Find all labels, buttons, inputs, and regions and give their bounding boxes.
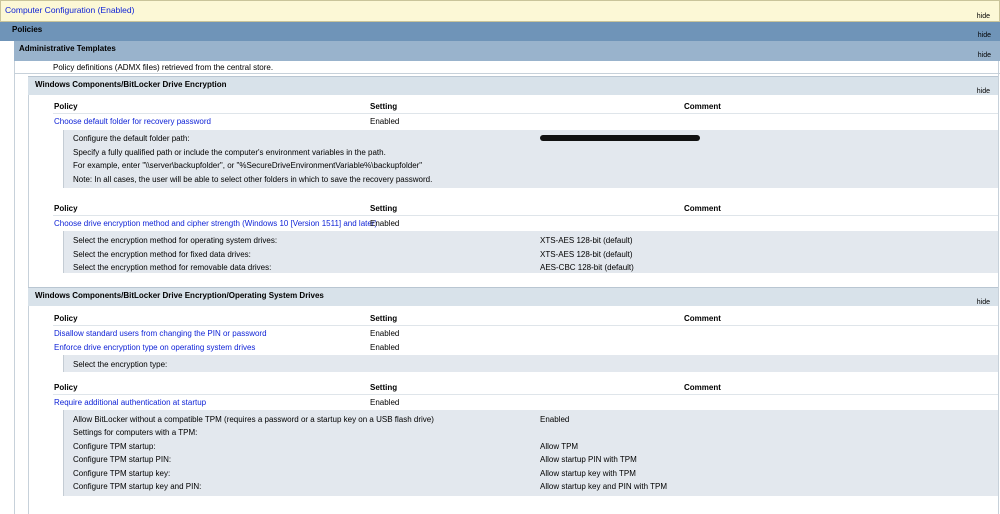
column-header-comment: Comment xyxy=(684,314,721,323)
column-header-comment: Comment xyxy=(684,102,721,111)
policy-setting-value: Enabled xyxy=(370,343,400,352)
policy-link-default-recovery-folder[interactable]: Choose default folder for recovery passw… xyxy=(54,117,211,126)
detail-label: Allow BitLocker without a compatible TPM… xyxy=(73,415,434,424)
policy-setting-value: Enabled xyxy=(370,329,400,338)
detail-label: Select the encryption type: xyxy=(73,360,168,369)
policies-title: Policies xyxy=(12,25,43,34)
detail-label: Select the encryption method for fixed d… xyxy=(73,250,251,259)
detail-label: Note: In all cases, the user will be abl… xyxy=(73,175,433,184)
section-title: Windows Components/BitLocker Drive Encry… xyxy=(35,80,227,89)
detail-value: XTS-AES 128-bit (default) xyxy=(540,236,633,245)
detail-label: Specify a fully qualified path or includ… xyxy=(73,148,386,157)
policy-setting-value: Enabled xyxy=(370,219,400,228)
column-header-setting: Setting xyxy=(370,102,398,111)
detail-label: Configure the default folder path: xyxy=(73,134,190,143)
frame-line-right xyxy=(998,61,999,514)
column-header-policy: Policy xyxy=(54,314,78,323)
column-header-comment: Comment xyxy=(684,204,721,213)
hide-policies-link[interactable]: hide xyxy=(978,32,991,39)
divider xyxy=(14,73,1000,74)
detail-label: For example, enter "\\server\backupfolde… xyxy=(73,161,423,170)
column-header-setting: Setting xyxy=(370,204,398,213)
detail-value: XTS-AES 128-bit (default) xyxy=(540,250,633,259)
policy-link-disallow-pin-change[interactable]: Disallow standard users from changing th… xyxy=(54,329,267,338)
detail-label: Configure TPM startup PIN: xyxy=(73,455,172,464)
admx-source-note: Policy definitions (ADMX files) retrieve… xyxy=(53,63,274,72)
section-os-drives-header: Windows Components/BitLocker Drive Encry… xyxy=(28,287,998,306)
detail-value: Allow startup key and PIN with TPM xyxy=(540,482,668,491)
administrative-templates-header: Administrative Templates hide xyxy=(14,41,1000,61)
column-header-setting: Setting xyxy=(370,383,398,392)
hide-computer-configuration-link[interactable]: hide xyxy=(977,13,990,20)
frame-line-outer xyxy=(14,61,15,514)
divider xyxy=(53,325,998,326)
detail-value: AES-CBC 128-bit (default) xyxy=(540,263,634,272)
detail-value: Allow startup PIN with TPM xyxy=(540,455,637,464)
policy-link-enforce-encryption-type[interactable]: Enforce drive encryption type on operati… xyxy=(54,343,255,352)
column-header-policy: Policy xyxy=(54,204,78,213)
column-header-setting: Setting xyxy=(370,314,398,323)
section-bitlocker-header: Windows Components/BitLocker Drive Encry… xyxy=(28,76,998,95)
detail-label: Select the encryption method for operati… xyxy=(73,236,278,245)
policies-header: Policies hide xyxy=(0,22,1000,41)
hide-section-link[interactable]: hide xyxy=(977,88,990,95)
detail-value: Allow startup key with TPM xyxy=(540,469,636,478)
detail-value: Allow TPM xyxy=(540,442,579,451)
detail-label: Configure TPM startup: xyxy=(73,442,156,451)
hide-administrative-templates-link[interactable]: hide xyxy=(978,52,991,59)
column-header-policy: Policy xyxy=(54,102,78,111)
administrative-templates-title: Administrative Templates xyxy=(19,44,116,53)
policy-setting-value: Enabled xyxy=(370,117,400,126)
detail-label: Select the encryption method for removab… xyxy=(73,263,272,272)
detail-label: Configure TPM startup key: xyxy=(73,469,171,478)
redacted-folder-path xyxy=(540,135,700,141)
column-header-comment: Comment xyxy=(684,383,721,392)
detail-value: Enabled xyxy=(540,415,570,424)
policy-link-encryption-method[interactable]: Choose drive encryption method and ciphe… xyxy=(54,219,377,228)
detail-label: Settings for computers with a TPM: xyxy=(73,428,198,437)
hide-section-link[interactable]: hide xyxy=(977,299,990,306)
policy-setting-value: Enabled xyxy=(370,398,400,407)
computer-configuration-title[interactable]: Computer Configuration (Enabled) xyxy=(5,5,134,15)
detail-label: Configure TPM startup key and PIN: xyxy=(73,482,202,491)
section-title: Windows Components/BitLocker Drive Encry… xyxy=(35,291,324,300)
divider xyxy=(53,394,998,395)
policy-details-panel xyxy=(63,355,998,372)
divider xyxy=(53,113,998,114)
computer-configuration-header: Computer Configuration (Enabled) hide xyxy=(0,0,1000,22)
policy-link-require-startup-auth[interactable]: Require additional authentication at sta… xyxy=(54,398,206,407)
divider xyxy=(53,215,998,216)
column-header-policy: Policy xyxy=(54,383,78,392)
